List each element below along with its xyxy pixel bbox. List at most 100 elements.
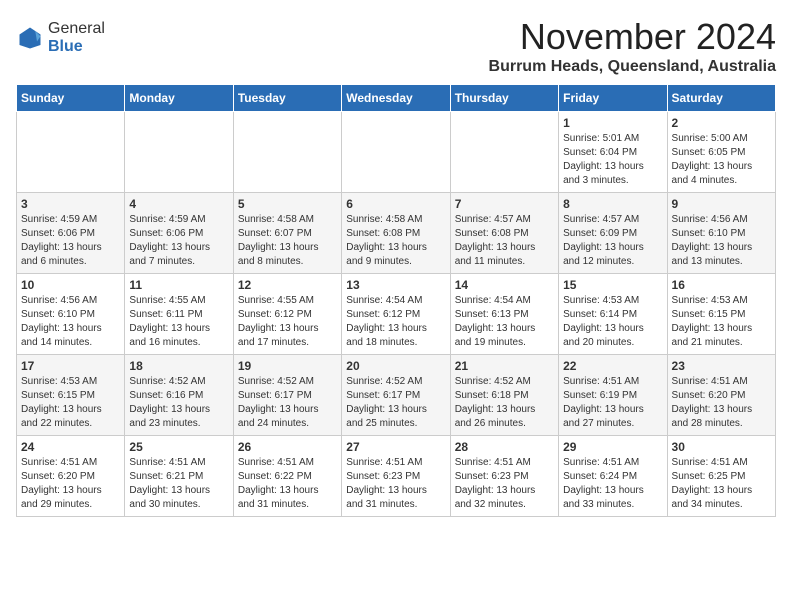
day-number: 23 xyxy=(672,359,771,373)
calendar-cell: 23 Sunrise: 4:51 AM Sunset: 6:20 PM Dayli… xyxy=(667,355,775,436)
day-info: Sunrise: 4:51 AM Sunset: 6:20 PM Dayligh… xyxy=(21,456,120,512)
calendar-cell xyxy=(450,112,558,193)
day-number: 6 xyxy=(346,197,445,211)
day-info: Sunrise: 4:55 AM Sunset: 6:12 PM Dayligh… xyxy=(238,294,337,350)
day-number: 11 xyxy=(129,278,228,292)
day-info: Sunrise: 4:51 AM Sunset: 6:25 PM Dayligh… xyxy=(672,456,771,512)
calendar-cell xyxy=(342,112,450,193)
logo-general: General xyxy=(48,20,105,38)
calendar-cell: 5 Sunrise: 4:58 AM Sunset: 6:07 PM Daylig… xyxy=(233,193,341,274)
day-info: Sunrise: 4:51 AM Sunset: 6:19 PM Dayligh… xyxy=(563,375,662,431)
day-info: Sunrise: 4:57 AM Sunset: 6:09 PM Dayligh… xyxy=(563,213,662,269)
day-number: 15 xyxy=(563,278,662,292)
calendar-cell: 6 Sunrise: 4:58 AM Sunset: 6:08 PM Daylig… xyxy=(342,193,450,274)
calendar-cell: 18Sunrise: 4:52 AM Sunset: 6:16 PM Dayli… xyxy=(125,355,233,436)
calendar-cell xyxy=(125,112,233,193)
title-section: November 2024 Burrum Heads, Queensland, … xyxy=(489,16,776,76)
day-number: 13 xyxy=(346,278,445,292)
day-number: 20 xyxy=(346,359,445,373)
day-number: 12 xyxy=(238,278,337,292)
col-header-wednesday: Wednesday xyxy=(342,85,450,112)
logo-blue: Blue xyxy=(48,38,105,56)
calendar-cell: 24Sunrise: 4:51 AM Sunset: 6:20 PM Dayli… xyxy=(17,436,125,517)
day-info: Sunrise: 4:51 AM Sunset: 6:24 PM Dayligh… xyxy=(563,456,662,512)
day-info: Sunrise: 4:58 AM Sunset: 6:08 PM Dayligh… xyxy=(346,213,445,269)
header-row: SundayMondayTuesdayWednesdayThursdayFrid… xyxy=(17,85,776,112)
calendar-week-3: 10Sunrise: 4:56 AM Sunset: 6:10 PM Dayli… xyxy=(17,274,776,355)
day-info: Sunrise: 4:55 AM Sunset: 6:11 PM Dayligh… xyxy=(129,294,228,350)
day-info: Sunrise: 4:59 AM Sunset: 6:06 PM Dayligh… xyxy=(129,213,228,269)
day-number: 22 xyxy=(563,359,662,373)
day-number: 26 xyxy=(238,440,337,454)
calendar-cell: 22 Sunrise: 4:51 AM Sunset: 6:19 PM Dayli… xyxy=(559,355,667,436)
day-info: Sunrise: 4:52 AM Sunset: 6:18 PM Dayligh… xyxy=(455,375,554,431)
day-info: Sunrise: 4:59 AM Sunset: 6:06 PM Dayligh… xyxy=(21,213,120,269)
page-header: General Blue November 2024 Burrum Heads,… xyxy=(16,16,776,76)
calendar-cell: 17 Sunrise: 4:53 AM Sunset: 6:15 PM Dayli… xyxy=(17,355,125,436)
col-header-sunday: Sunday xyxy=(17,85,125,112)
day-number: 1 xyxy=(563,116,662,130)
calendar-cell: 9 Sunrise: 4:56 AM Sunset: 6:10 PM Daylig… xyxy=(667,193,775,274)
calendar-cell: 4 Sunrise: 4:59 AM Sunset: 6:06 PM Daylig… xyxy=(125,193,233,274)
calendar-cell: 27 Sunrise: 4:51 AM Sunset: 6:23 PM Dayli… xyxy=(342,436,450,517)
day-info: Sunrise: 4:51 AM Sunset: 6:23 PM Dayligh… xyxy=(455,456,554,512)
day-info: Sunrise: 4:58 AM Sunset: 6:07 PM Dayligh… xyxy=(238,213,337,269)
day-info: Sunrise: 4:52 AM Sunset: 6:16 PM Dayligh… xyxy=(129,375,228,431)
day-number: 30 xyxy=(672,440,771,454)
day-info: Sunrise: 4:57 AM Sunset: 6:08 PM Dayligh… xyxy=(455,213,554,269)
day-info: Sunrise: 4:51 AM Sunset: 6:22 PM Dayligh… xyxy=(238,456,337,512)
day-number: 19 xyxy=(238,359,337,373)
calendar-cell xyxy=(17,112,125,193)
logo: General Blue xyxy=(16,20,105,55)
calendar-cell: 20Sunrise: 4:52 AM Sunset: 6:17 PM Dayli… xyxy=(342,355,450,436)
calendar-cell: 10Sunrise: 4:56 AM Sunset: 6:10 PM Dayli… xyxy=(17,274,125,355)
calendar-cell: 26 Sunrise: 4:51 AM Sunset: 6:22 PM Dayli… xyxy=(233,436,341,517)
calendar-cell: 28 Sunrise: 4:51 AM Sunset: 6:23 PM Dayli… xyxy=(450,436,558,517)
col-header-saturday: Saturday xyxy=(667,85,775,112)
day-number: 4 xyxy=(129,197,228,211)
day-info: Sunrise: 4:51 AM Sunset: 6:20 PM Dayligh… xyxy=(672,375,771,431)
logo-text: General Blue xyxy=(48,20,105,55)
calendar-cell: 2Sunrise: 5:00 AM Sunset: 6:05 PM Daylig… xyxy=(667,112,775,193)
calendar-cell: 13 Sunrise: 4:54 AM Sunset: 6:12 PM Dayli… xyxy=(342,274,450,355)
day-number: 7 xyxy=(455,197,554,211)
day-number: 17 xyxy=(21,359,120,373)
calendar-cell xyxy=(233,112,341,193)
calendar-week-2: 3 Sunrise: 4:59 AM Sunset: 6:06 PM Daylig… xyxy=(17,193,776,274)
day-info: Sunrise: 5:01 AM Sunset: 6:04 PM Dayligh… xyxy=(563,132,662,188)
calendar-cell: 1 Sunrise: 5:01 AM Sunset: 6:04 PM Daylig… xyxy=(559,112,667,193)
col-header-friday: Friday xyxy=(559,85,667,112)
day-info: Sunrise: 4:54 AM Sunset: 6:12 PM Dayligh… xyxy=(346,294,445,350)
day-number: 28 xyxy=(455,440,554,454)
day-number: 14 xyxy=(455,278,554,292)
calendar-week-5: 24Sunrise: 4:51 AM Sunset: 6:20 PM Dayli… xyxy=(17,436,776,517)
day-number: 2 xyxy=(672,116,771,130)
calendar-cell: 7 Sunrise: 4:57 AM Sunset: 6:08 PM Daylig… xyxy=(450,193,558,274)
day-info: Sunrise: 4:52 AM Sunset: 6:17 PM Dayligh… xyxy=(238,375,337,431)
day-info: Sunrise: 4:54 AM Sunset: 6:13 PM Dayligh… xyxy=(455,294,554,350)
calendar-cell: 14 Sunrise: 4:54 AM Sunset: 6:13 PM Dayli… xyxy=(450,274,558,355)
calendar-week-1: 1 Sunrise: 5:01 AM Sunset: 6:04 PM Daylig… xyxy=(17,112,776,193)
calendar-cell: 25 Sunrise: 4:51 AM Sunset: 6:21 PM Dayli… xyxy=(125,436,233,517)
day-number: 3 xyxy=(21,197,120,211)
calendar-week-4: 17 Sunrise: 4:53 AM Sunset: 6:15 PM Dayli… xyxy=(17,355,776,436)
calendar-cell: 19 Sunrise: 4:52 AM Sunset: 6:17 PM Dayli… xyxy=(233,355,341,436)
day-info: Sunrise: 4:51 AM Sunset: 6:23 PM Dayligh… xyxy=(346,456,445,512)
day-number: 9 xyxy=(672,197,771,211)
calendar-cell: 30 Sunrise: 4:51 AM Sunset: 6:25 PM Dayli… xyxy=(667,436,775,517)
calendar-cell: 8 Sunrise: 4:57 AM Sunset: 6:09 PM Daylig… xyxy=(559,193,667,274)
day-number: 21 xyxy=(455,359,554,373)
day-info: Sunrise: 4:53 AM Sunset: 6:15 PM Dayligh… xyxy=(21,375,120,431)
day-number: 5 xyxy=(238,197,337,211)
day-number: 8 xyxy=(563,197,662,211)
logo-icon xyxy=(16,24,44,52)
calendar-cell: 11 Sunrise: 4:55 AM Sunset: 6:11 PM Dayli… xyxy=(125,274,233,355)
day-number: 27 xyxy=(346,440,445,454)
day-number: 25 xyxy=(129,440,228,454)
day-info: Sunrise: 4:56 AM Sunset: 6:10 PM Dayligh… xyxy=(672,213,771,269)
col-header-monday: Monday xyxy=(125,85,233,112)
day-info: Sunrise: 4:56 AM Sunset: 6:10 PM Dayligh… xyxy=(21,294,120,350)
day-info: Sunrise: 4:51 AM Sunset: 6:21 PM Dayligh… xyxy=(129,456,228,512)
day-info: Sunrise: 4:53 AM Sunset: 6:14 PM Dayligh… xyxy=(563,294,662,350)
calendar-cell: 3 Sunrise: 4:59 AM Sunset: 6:06 PM Daylig… xyxy=(17,193,125,274)
